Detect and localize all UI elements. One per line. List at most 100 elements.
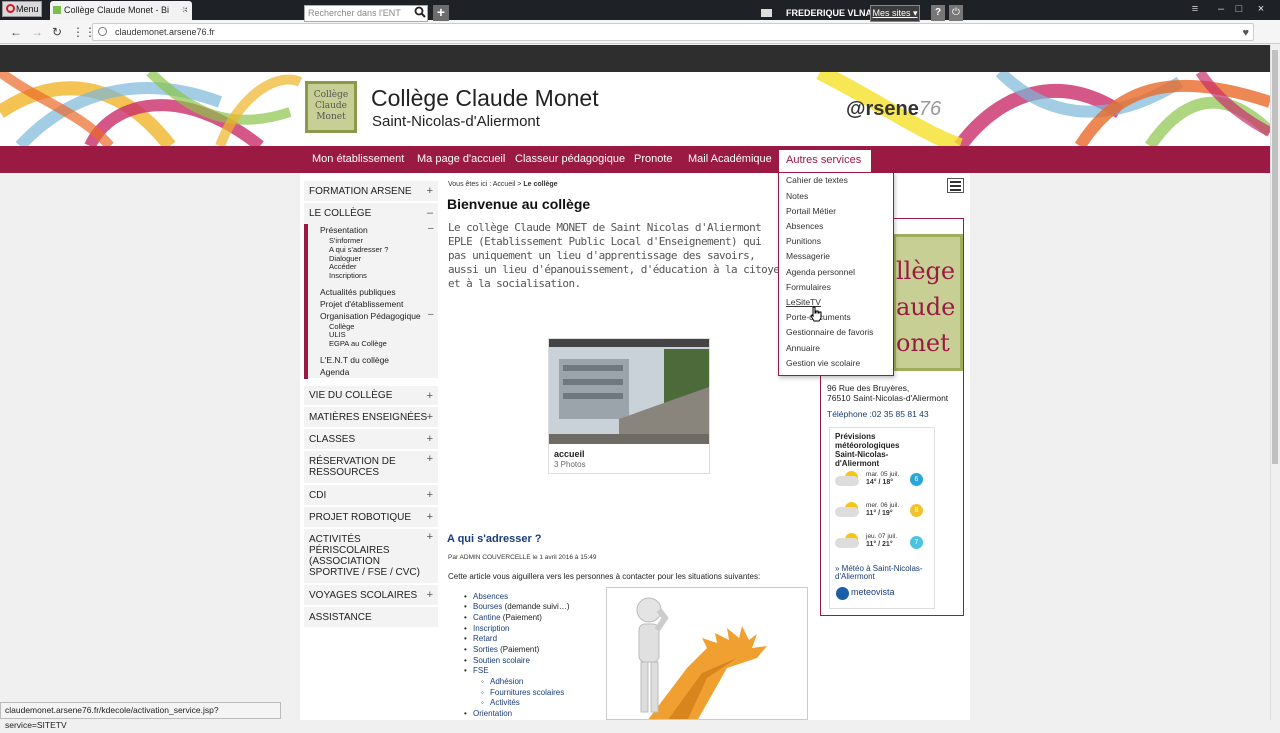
minimize-icon[interactable]: –: [1212, 0, 1230, 18]
mail-icon[interactable]: [761, 9, 772, 17]
sidebar-classes[interactable]: CLASSES +: [304, 429, 438, 450]
sidebar-projet[interactable]: Projet d'établissement: [320, 299, 403, 309]
list-subitem[interactable]: Fournitures scolaires: [490, 688, 564, 697]
menu-item-formulaires[interactable]: Formulaires: [786, 282, 831, 292]
list-link[interactable]: Cantine: [473, 613, 501, 622]
list-link[interactable]: Sorties: [473, 645, 498, 654]
site-info-icon[interactable]: [98, 27, 107, 36]
expand-icon[interactable]: +: [427, 532, 433, 543]
close-window-icon[interactable]: ×: [1252, 0, 1270, 18]
nav-pronote[interactable]: Pronote: [634, 153, 673, 165]
reload-icon[interactable]: ↻: [52, 23, 62, 41]
expand-icon[interactable]: +: [427, 407, 433, 428]
album-photo[interactable]: [549, 339, 709, 444]
menu-item-punitions[interactable]: Punitions: [786, 236, 821, 246]
sidebar-actualites[interactable]: Actualités publiques: [320, 287, 396, 297]
list-item[interactable]: Cantine (Paiement): [473, 613, 542, 622]
expand-icon[interactable]: +: [427, 386, 433, 406]
menu-item-agenda-personnel[interactable]: Agenda personnel: [786, 267, 855, 277]
list-item[interactable]: Absences: [473, 592, 508, 601]
list-link[interactable]: Retard: [473, 634, 497, 643]
sidebar-sinformer[interactable]: S'informer: [329, 236, 363, 245]
menu-item-gestion-vie-scolaire[interactable]: Gestion vie scolaire: [786, 358, 860, 368]
sidebar-ulis[interactable]: ULIS: [329, 330, 346, 339]
sidebar-aqui[interactable]: A qui s'adresser ?: [329, 245, 388, 254]
list-subitem[interactable]: Activités: [490, 698, 520, 707]
sidebar-vie[interactable]: VIE DU COLLÈGE +: [304, 386, 438, 406]
sidebar-inscriptions[interactable]: Inscriptions: [329, 271, 367, 280]
menu-item-absences[interactable]: Absences: [786, 221, 823, 231]
sidebar-ent-college[interactable]: L'E.N.T du collège: [320, 355, 389, 365]
scrollbar-thumb[interactable]: [1272, 50, 1278, 464]
collapse-icon[interactable]: –: [427, 203, 433, 224]
sidebar-cdi[interactable]: CDI +: [304, 485, 438, 506]
sidebar-matieres[interactable]: MATIÈRES ENSEIGNÉES +: [304, 407, 438, 428]
list-link[interactable]: Bourses: [473, 602, 502, 611]
collapse-icon[interactable]: –: [428, 223, 434, 234]
logout-icon[interactable]: ⏻: [949, 5, 963, 21]
grid-menu-icon[interactable]: [947, 178, 964, 193]
sidebar-organisation[interactable]: Organisation Pédagogique: [320, 311, 421, 321]
list-item[interactable]: Inscription: [473, 624, 509, 633]
browser-menu-button[interactable]: Menu: [2, 1, 42, 17]
expand-icon[interactable]: +: [427, 454, 433, 465]
menu-item-notes[interactable]: Notes: [786, 191, 808, 201]
expand-icon[interactable]: +: [427, 485, 433, 506]
list-link[interactable]: Inscription: [473, 624, 509, 633]
nav-classeur-pedagogique[interactable]: Classeur pédagogique: [515, 153, 625, 165]
maximize-icon[interactable]: □: [1230, 0, 1248, 18]
my-sites-dropdown[interactable]: Mes sites ▾: [870, 5, 920, 22]
search-icon[interactable]: [414, 6, 427, 21]
sidebar-acceder[interactable]: Accéder: [329, 262, 357, 271]
weather-link[interactable]: » Météo à Saint-Nicolas- d'Aliermont: [835, 565, 931, 581]
menu-item-gestionnaire-favoris[interactable]: Gestionnaire de favoris: [786, 327, 873, 337]
college-logo[interactable]: Collège Claude Monet: [305, 81, 357, 133]
browser-tab[interactable]: Collège Claude Monet - Bi ×: [50, 1, 192, 20]
new-tab-icon[interactable]: +: [180, 0, 188, 19]
menu-item-cahier-de-textes[interactable]: Cahier de textes: [786, 175, 848, 185]
menu-item-portail-metier[interactable]: Portail Métier: [786, 206, 836, 216]
sidebar-egpa[interactable]: EGPA au Collège: [329, 339, 387, 348]
nav-ma-page-accueil[interactable]: Ma page d'accueil: [417, 153, 505, 165]
nav-mail-academique[interactable]: Mail Académique: [688, 153, 772, 165]
list-item[interactable]: FSE: [473, 666, 489, 675]
sidebar-formation[interactable]: FORMATION ARSENE +: [304, 181, 438, 202]
album-title[interactable]: accueil: [554, 449, 585, 459]
ent-search-input[interactable]: Rechercher dans l'ENT: [304, 5, 428, 22]
meteovista-logo[interactable]: meteovista: [836, 587, 895, 600]
back-icon[interactable]: ←: [10, 23, 22, 41]
expand-icon[interactable]: +: [427, 507, 433, 528]
menu-item-annuaire[interactable]: Annuaire: [786, 343, 820, 353]
sidebar-robotique[interactable]: PROJET ROBOTIQUE +: [304, 507, 438, 528]
sidebar-voyages[interactable]: VOYAGES SCOLAIRES +: [304, 585, 438, 606]
url-field[interactable]: claudemonet.arsene76.fr ♥: [92, 23, 1254, 41]
sidebar-reservation[interactable]: RÉSERVATION DE RESSOURCES +: [304, 451, 438, 484]
expand-icon[interactable]: +: [427, 585, 433, 606]
list-item[interactable]: Orientation: [473, 709, 512, 718]
sidebar-agenda[interactable]: Agenda: [320, 367, 349, 377]
breadcrumb-home[interactable]: Accueil: [493, 181, 516, 188]
user-name[interactable]: FREDERIQUE VLNA: [786, 8, 872, 18]
expand-icon[interactable]: +: [427, 181, 433, 202]
add-button[interactable]: +: [433, 5, 449, 21]
site-title[interactable]: Collège Claude Monet: [371, 85, 599, 112]
expand-icon[interactable]: +: [427, 429, 433, 450]
list-link[interactable]: Absences: [473, 592, 508, 601]
sidebar-activites[interactable]: ACTIVITÉS PÉRISCOLAIRES (ASSOCIATION SPORTI…: [304, 529, 438, 584]
forward-icon[interactable]: →: [31, 23, 43, 41]
list-item[interactable]: Retard: [473, 634, 497, 643]
menu-item-messagerie[interactable]: Messagerie: [786, 251, 830, 261]
sidebar-presentation[interactable]: Présentation: [320, 225, 368, 235]
help-button[interactable]: ?: [931, 5, 945, 21]
list-item[interactable]: Soutien scolaire: [473, 656, 530, 665]
list-link[interactable]: FSE: [473, 666, 489, 675]
nav-autres-services[interactable]: Autres services: [778, 149, 872, 182]
bookmark-heart-icon[interactable]: ♥: [1242, 25, 1249, 41]
list-item[interactable]: Sorties (Paiement): [473, 645, 539, 654]
sidebar-assistance[interactable]: ASSISTANCE: [304, 607, 438, 628]
list-item[interactable]: Bourses (demande suivi…): [473, 602, 570, 611]
collapse-icon[interactable]: –: [428, 309, 434, 320]
list-link[interactable]: Soutien scolaire: [473, 656, 530, 665]
tabs-menu-icon[interactable]: ≡: [1186, 0, 1204, 18]
nav-mon-etablissement[interactable]: Mon établissement: [312, 153, 404, 165]
